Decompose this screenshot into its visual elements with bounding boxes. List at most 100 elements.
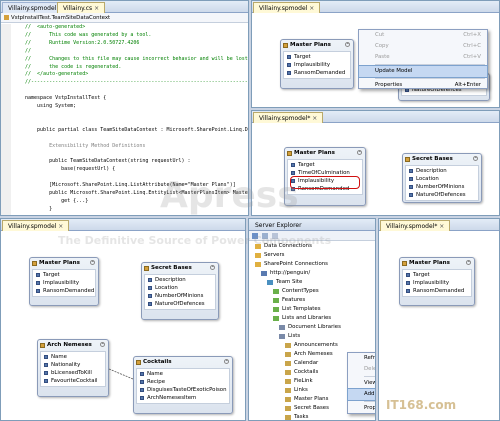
code-line[interactable]: // </auto-generated> (25, 71, 248, 79)
code-line[interactable]: //--------------------------------------… (25, 79, 248, 87)
entity-property[interactable]: Implausibility (403, 279, 471, 287)
collapse-icon[interactable]: ⌃ (473, 156, 478, 161)
tree-node[interactable]: Links (285, 386, 308, 395)
collapse-icon[interactable]: ⌃ (357, 150, 362, 155)
entity-property[interactable]: Target (284, 53, 350, 61)
menu-item[interactable]: DeleteDel (348, 364, 375, 375)
entity-property[interactable]: NatureOfDefences (145, 300, 215, 308)
close-icon[interactable]: × (439, 223, 444, 230)
code-line[interactable] (25, 119, 248, 127)
tree-node[interactable]: Arch Nemeses (285, 350, 333, 359)
tree-node[interactable]: Lists and Libraries (273, 314, 331, 323)
entity-property[interactable]: NumberOfMinions (145, 292, 215, 300)
entity-property[interactable]: RansomDemanded (403, 287, 471, 295)
tree-node[interactable]: Features (273, 296, 305, 305)
tab-villainy-spmodel[interactable]: Villainy.spmodel × (253, 2, 321, 13)
tab-villainy-spmodel-modified[interactable]: Villainy.spmodel* × (253, 112, 324, 123)
entity-property[interactable]: ArchNemesesItem (137, 394, 229, 402)
code-line[interactable]: public partial class TeamSiteDataContext… (25, 127, 248, 135)
menu-item[interactable]: Update Model (358, 65, 488, 78)
entity-master-plans[interactable]: Master Plans ⌃ Target Implausibility Ransom… (399, 257, 475, 306)
entity-property[interactable]: Description (145, 276, 215, 284)
tree-node[interactable]: http://penguin/ (261, 269, 310, 278)
entity-cocktails[interactable]: Cocktails ⌃ Name Recipe DisguisesTasteOfExo… (133, 356, 233, 414)
tab-villainy-spmodel-modified[interactable]: Villainy.spmodel* × (380, 220, 451, 231)
code-line[interactable]: // <auto-generated> (25, 24, 248, 32)
tree-node[interactable]: Servers (255, 251, 285, 260)
entity-property[interactable]: FavouriteCocktail (41, 377, 105, 385)
tree-node[interactable]: Lists (279, 332, 300, 341)
entity-property[interactable]: Target (33, 271, 95, 279)
tree-node[interactable]: Secret Bases (285, 404, 329, 413)
entity-property[interactable]: Location (406, 175, 478, 183)
menu-item[interactable]: PropertiesAlt+Enter (359, 80, 487, 91)
code-line[interactable]: using System; (25, 103, 248, 111)
tree-node[interactable]: Announcements (285, 341, 338, 350)
code-line[interactable]: base(requestUrl) { (25, 166, 248, 174)
menu-item[interactable]: Refresh (348, 353, 375, 364)
tree-node[interactable]: List Templates (273, 305, 321, 314)
entity-master-plans[interactable]: Master Plans ⌃ Target Implausibility Ransom… (280, 39, 354, 89)
code-line[interactable]: // Changes to this file may cause incorr… (25, 56, 248, 64)
entity-property[interactable]: Location (145, 284, 215, 292)
entity-property[interactable]: Implausibility (284, 61, 350, 69)
close-icon[interactable]: × (58, 223, 63, 230)
code-line[interactable] (25, 151, 248, 159)
entity-property[interactable]: Target (288, 161, 362, 169)
code-line[interactable]: // This code was generated by a tool. (25, 32, 248, 40)
entity-arch-nemeses[interactable]: Arch Nemeses ⌃ Name Nationality bLicensedTo… (37, 339, 109, 397)
collapse-icon[interactable]: ⌃ (100, 342, 105, 347)
menu-item[interactable]: View in Browser (348, 378, 375, 389)
entity-secret-bases[interactable]: Secret Bases ⌃ Description Location NumberO… (141, 262, 219, 320)
collapse-icon[interactable]: ⌃ (345, 42, 350, 47)
entity-property[interactable]: RansomDemanded (284, 69, 350, 77)
tree-node[interactable]: Calendar (285, 359, 318, 368)
tab-villainy-spmodel[interactable]: Villainy.spmodel (2, 2, 63, 13)
entity-property[interactable]: NatureOfDefences (406, 191, 478, 199)
code-line[interactable]: // Runtime Version:2.0.50727.4206 (25, 40, 248, 48)
code-line[interactable] (25, 87, 248, 95)
entity-property[interactable]: Name (41, 353, 105, 361)
close-icon[interactable]: × (309, 5, 314, 12)
entity-property[interactable]: bLicensedToKill (41, 369, 105, 377)
entity-master-plans[interactable]: Master Plans ⌃ Target Implausibility Ransom… (29, 257, 99, 306)
collapse-icon[interactable]: ⌃ (90, 260, 95, 265)
menu-item[interactable]: Cut Ctrl+X (359, 30, 487, 41)
entity-property[interactable]: Recipe (137, 378, 229, 386)
tree-node[interactable]: Tasks (285, 413, 308, 420)
code-line[interactable]: // (25, 48, 248, 56)
tab-villainy-cs[interactable]: Villainy.cs × (57, 2, 106, 13)
tree-node[interactable]: Cocktails (285, 368, 318, 377)
menu-item[interactable]: Add to SharePoint Model (347, 388, 375, 401)
collapse-icon[interactable]: ⌃ (466, 260, 471, 265)
tree-node[interactable]: Document Libraries (279, 323, 341, 332)
close-icon[interactable]: × (312, 115, 317, 122)
entity-property[interactable]: RansomDemanded (33, 287, 95, 295)
type-dropdown[interactable]: VstpInstallTest.TeamSiteDataContext (1, 13, 248, 23)
code-line[interactable]: Extensibility Method Definitions (25, 143, 248, 151)
menu-item[interactable]: PropertiesAlt+Enter (348, 403, 375, 414)
code-line[interactable]: // the code is regenerated. (25, 64, 248, 72)
entity-property[interactable]: Implausibility (33, 279, 95, 287)
entity-property[interactable]: Target (403, 271, 471, 279)
close-icon[interactable]: × (94, 5, 99, 12)
entity-property[interactable]: Nationality (41, 361, 105, 369)
collapse-icon[interactable]: ⌃ (224, 359, 229, 364)
tree-node[interactable]: Master Plans (285, 395, 328, 404)
entity-property[interactable]: Name (137, 370, 229, 378)
entity-property[interactable]: DisguisesTasteOfExoticPoison (137, 386, 229, 394)
code-line[interactable] (25, 135, 248, 143)
code-line[interactable]: namespace VstpInstallTest { (25, 95, 248, 103)
menu-item[interactable]: Paste Ctrl+V (359, 52, 487, 63)
code-line[interactable]: public TeamSiteDataContext(string reques… (25, 158, 248, 166)
tab-villainy-spmodel[interactable]: Villainy.spmodel × (2, 220, 70, 231)
tree-node[interactable]: SharePoint Connections (255, 260, 328, 269)
entity-secret-bases[interactable]: Secret Bases ⌃ Description Location NumberO… (402, 153, 482, 203)
menu-item[interactable]: Copy Ctrl+C (359, 41, 487, 52)
code-line[interactable] (25, 111, 248, 119)
tree-node[interactable]: ContentTypes (273, 287, 319, 296)
entity-property[interactable]: NumberOfMinions (406, 183, 478, 191)
entity-property[interactable]: Description (406, 167, 478, 175)
tree-node[interactable]: FieLink (285, 377, 313, 386)
tree-node[interactable]: Team Site (267, 278, 302, 287)
